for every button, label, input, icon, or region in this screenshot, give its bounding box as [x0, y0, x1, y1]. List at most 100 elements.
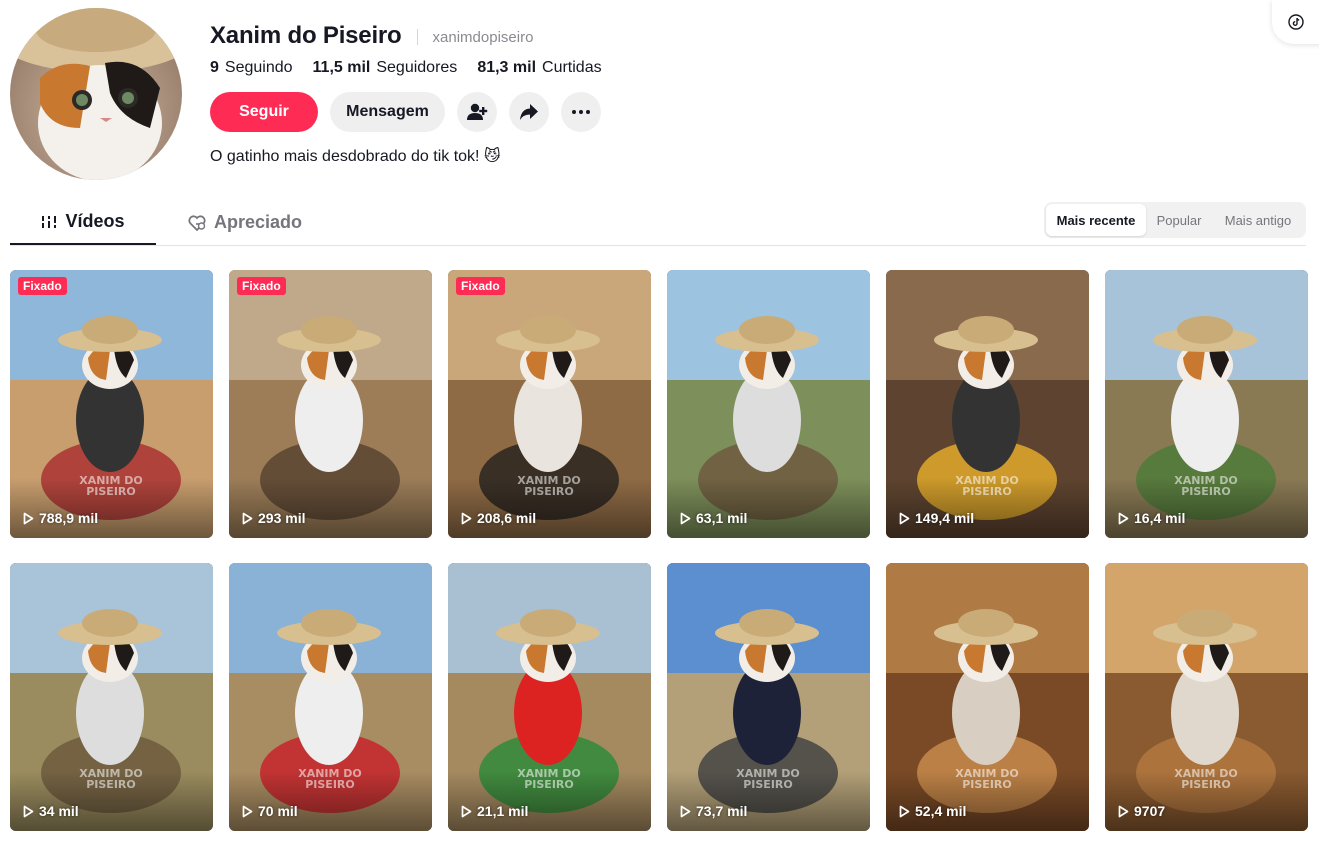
- play-outline-icon: [461, 805, 472, 817]
- video-watermark: XANIM DO PISEIRO: [955, 474, 1019, 498]
- video-watermark: XANIM DO PISEIRO: [736, 767, 800, 791]
- follow-button[interactable]: Seguir: [210, 92, 318, 132]
- play-outline-icon: [680, 805, 691, 817]
- video-card[interactable]: 63,1 mil: [667, 270, 870, 538]
- view-count: 70 mil: [242, 803, 298, 819]
- sort-control: Mais recente Popular Mais antigo: [1044, 202, 1306, 238]
- view-count: 208,6 mil: [461, 510, 536, 526]
- video-watermark: XANIM DO PISEIRO: [517, 474, 581, 498]
- play-outline-icon: [461, 512, 472, 524]
- video-card[interactable]: XANIM DO PISEIRO 9707: [1105, 563, 1308, 831]
- view-count: 52,4 mil: [899, 803, 966, 819]
- view-count-value: 73,7 mil: [696, 803, 748, 819]
- video-watermark: XANIM DO PISEIRO: [79, 474, 143, 498]
- video-card[interactable]: Fixado XANIM DO PISEIRO 208,6 mil: [448, 270, 651, 538]
- pinned-badge: Fixado: [237, 277, 286, 295]
- play-outline-icon: [23, 805, 34, 817]
- avatar: [10, 8, 182, 180]
- view-count: 63,1 mil: [680, 510, 747, 526]
- video-card[interactable]: XANIM DO PISEIRO 21,1 mil: [448, 563, 651, 831]
- display-name: Xanim do Piseiro: [210, 22, 402, 49]
- stat-following-label: Seguindo: [224, 59, 293, 76]
- view-count-value: 788,9 mil: [39, 510, 99, 526]
- add-user-icon: [467, 103, 488, 120]
- video-watermark: XANIM DO PISEIRO: [517, 767, 581, 791]
- stat-following[interactable]: 9 Seguindo: [210, 59, 293, 77]
- view-count-value: 293 mil: [258, 510, 306, 526]
- share-button[interactable]: [509, 92, 549, 132]
- profile-actions: Seguir Mensagem: [210, 92, 613, 132]
- view-count: 293 mil: [242, 510, 305, 526]
- stat-followers-value: 11,5 mil: [312, 59, 371, 76]
- sort-option-recent[interactable]: Mais recente: [1046, 204, 1146, 236]
- stat-likes: 81,3 mil Curtidas: [477, 59, 601, 77]
- view-count: 34 mil: [23, 803, 79, 819]
- sort-option-popular[interactable]: Popular: [1146, 204, 1212, 236]
- tab-videos[interactable]: Vídeos: [10, 200, 156, 245]
- pinned-badge: Fixado: [456, 277, 505, 295]
- thumbnail-shade: [667, 478, 870, 538]
- tiktok-icon: [1288, 14, 1304, 30]
- heart-hidden-icon: [188, 214, 206, 231]
- play-outline-icon: [680, 512, 691, 524]
- video-watermark: XANIM DO PISEIRO: [1174, 767, 1238, 791]
- video-card[interactable]: XANIM DO PISEIRO 16,4 mil: [1105, 270, 1308, 538]
- video-card[interactable]: Fixado 293 mil: [229, 270, 432, 538]
- profile-name-row: Xanim do Piseiro xanimdopiseiro: [210, 20, 533, 52]
- video-grid: Fixado XANIM DO PISEIRO 788,9 mil Fixado 293…: [10, 270, 1308, 831]
- view-count-value: 52,4 mil: [915, 803, 967, 819]
- play-outline-icon: [899, 512, 910, 524]
- pinned-badge: Fixado: [18, 277, 67, 295]
- video-card[interactable]: XANIM DO PISEIRO 34 mil: [10, 563, 213, 831]
- video-watermark: XANIM DO PISEIRO: [1174, 474, 1238, 498]
- view-count: 9707: [1118, 803, 1165, 819]
- play-outline-icon: [1118, 805, 1129, 817]
- view-count-value: 149,4 mil: [915, 510, 975, 526]
- view-count: 73,7 mil: [680, 803, 747, 819]
- view-count-value: 9707: [1134, 803, 1166, 819]
- play-outline-icon: [899, 805, 910, 817]
- view-count-value: 34 mil: [39, 803, 79, 819]
- tab-videos-label: Vídeos: [65, 211, 125, 231]
- view-count-value: 16,4 mil: [1134, 510, 1186, 526]
- more-options-button[interactable]: [561, 92, 601, 132]
- view-count-value: 70 mil: [258, 803, 298, 819]
- message-button[interactable]: Mensagem: [330, 92, 445, 132]
- name-divider: [416, 29, 418, 45]
- view-count-value: 63,1 mil: [696, 510, 748, 526]
- suggest-account-button[interactable]: [457, 92, 497, 132]
- thumbnail-shade: [229, 478, 432, 538]
- tab-liked[interactable]: Apreciado: [188, 200, 302, 245]
- stat-followers[interactable]: 11,5 mil Seguidores: [313, 59, 458, 77]
- profile-bio: O gatinho mais desdobrado do tik tok! 😼: [210, 148, 501, 165]
- tiktok-corner-button[interactable]: [1272, 0, 1319, 44]
- stat-likes-label: Curtidas: [542, 59, 602, 76]
- sort-option-oldest[interactable]: Mais antigo: [1212, 204, 1304, 236]
- play-outline-icon: [242, 805, 253, 817]
- more-dots-icon: [572, 110, 590, 114]
- play-outline-icon: [23, 512, 34, 524]
- stat-following-value: 9: [210, 59, 219, 76]
- video-card[interactable]: XANIM DO PISEIRO 149,4 mil: [886, 270, 1089, 538]
- view-count: 16,4 mil: [1118, 510, 1185, 526]
- video-card[interactable]: XANIM DO PISEIRO 70 mil: [229, 563, 432, 831]
- video-card[interactable]: XANIM DO PISEIRO 73,7 mil: [667, 563, 870, 831]
- video-card[interactable]: XANIM DO PISEIRO 52,4 mil: [886, 563, 1089, 831]
- view-count: 788,9 mil: [23, 510, 98, 526]
- video-watermark: XANIM DO PISEIRO: [298, 767, 362, 791]
- play-outline-icon: [1118, 512, 1129, 524]
- video-card[interactable]: Fixado XANIM DO PISEIRO 788,9 mil: [10, 270, 213, 538]
- view-count: 149,4 mil: [899, 510, 974, 526]
- username: xanimdopiseiro: [432, 28, 534, 46]
- view-count-value: 208,6 mil: [477, 510, 537, 526]
- play-outline-icon: [242, 512, 253, 524]
- view-count: 21,1 mil: [461, 803, 528, 819]
- view-count-value: 21,1 mil: [477, 803, 529, 819]
- share-arrow-icon: [520, 104, 538, 120]
- stat-followers-label: Seguidores: [376, 59, 458, 76]
- grid-bars-icon: [42, 215, 57, 228]
- video-watermark: XANIM DO PISEIRO: [79, 767, 143, 791]
- profile-stats: 9 Seguindo 11,5 mil Seguidores 81,3 mil …: [210, 56, 622, 80]
- video-watermark: XANIM DO PISEIRO: [955, 767, 1019, 791]
- stat-likes-value: 81,3 mil: [477, 59, 537, 76]
